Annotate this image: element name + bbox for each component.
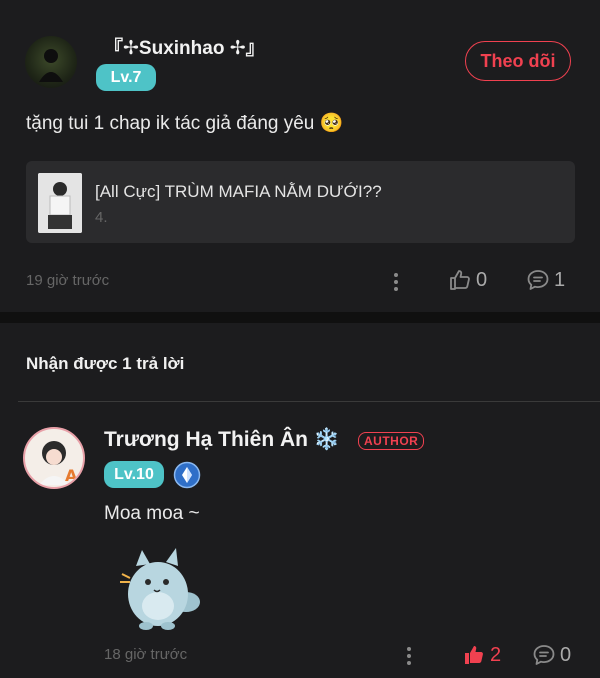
like-count: 0	[476, 268, 488, 291]
cat-sticker	[116, 544, 206, 634]
comment-count: 1	[554, 268, 566, 291]
reply-comment-button[interactable]: 0	[532, 643, 571, 667]
divider	[18, 401, 600, 402]
reply-like-button[interactable]: 2	[462, 643, 501, 667]
story-thumbnail	[38, 173, 82, 233]
author-badge: AUTHOR	[358, 432, 425, 450]
post-timestamp: 19 giờ trước	[26, 272, 110, 289]
comment-icon	[533, 645, 555, 665]
reply-like-count: 2	[490, 643, 502, 666]
like-button[interactable]: 0	[448, 268, 487, 292]
username[interactable]: 『✢Suxinhao ✢』	[104, 33, 265, 60]
author-level-badge: Lv.10	[104, 461, 164, 488]
thumbs-up-icon	[450, 270, 470, 290]
level-badge: Lv.7	[96, 64, 156, 91]
comment-button[interactable]: 1	[526, 268, 565, 292]
story-title: [All Cực] TRÙM MAFIA NẰM DƯỚI??	[95, 182, 382, 201]
author-username[interactable]: Trương Hạ Thiên Ân ❄️	[104, 428, 340, 452]
post-content: tặng tui 1 chap ik tác giả đáng yêu 🥺	[26, 113, 344, 134]
section-separator	[0, 312, 600, 323]
verified-badge-icon	[173, 461, 201, 489]
story-chapter: 4.	[95, 209, 108, 226]
thumbs-up-filled-icon	[465, 646, 483, 664]
reply-content: Moa moa ~	[104, 503, 200, 524]
follow-button[interactable]: Theo dõi	[465, 41, 571, 81]
replies-header: Nhận được 1 trả lời	[26, 354, 185, 373]
reply-timestamp: 18 giờ trước	[104, 646, 188, 663]
more-options-icon[interactable]	[388, 272, 404, 292]
svg-text:A: A	[65, 466, 78, 485]
reply-comment-count: 0	[560, 643, 572, 666]
comment-icon	[527, 270, 549, 290]
linked-story-card[interactable]: [All Cực] TRÙM MAFIA NẰM DƯỚI?? 4.	[26, 161, 575, 243]
reply-more-options-icon[interactable]	[401, 646, 417, 666]
user-avatar[interactable]	[25, 36, 77, 88]
author-avatar[interactable]: A	[23, 427, 85, 489]
